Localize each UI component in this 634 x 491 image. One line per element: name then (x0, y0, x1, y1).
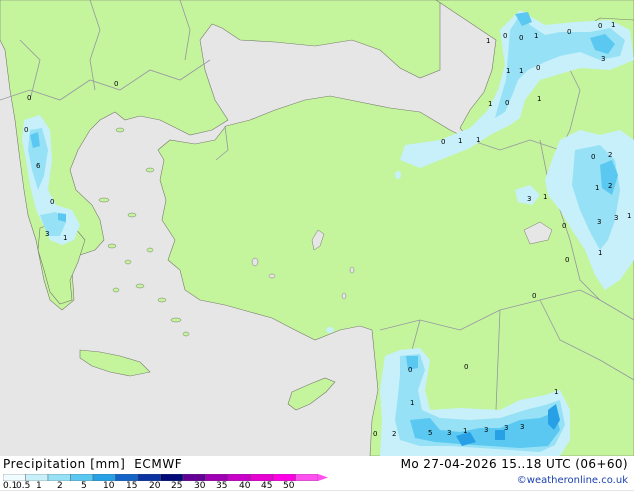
map-value: 1 (410, 399, 414, 407)
map-value: 2 (392, 430, 396, 438)
map-value: 2 (608, 182, 612, 190)
chart-title: Precipitation [mm] ECMWF (3, 457, 182, 471)
map-value: 1 (63, 234, 67, 242)
model-name: ECMWF (134, 457, 183, 471)
scale-swatch (160, 474, 184, 481)
map-value: 0 (464, 363, 468, 371)
scale-swatch (295, 474, 319, 481)
map-value: 3 (527, 195, 531, 203)
map-value: 0 (505, 99, 509, 107)
credit-link[interactable]: ©weatheronline.co.uk (517, 475, 628, 486)
scale-swatch (3, 474, 26, 481)
map-value: 2 (608, 151, 612, 159)
scale-arrow (318, 474, 328, 481)
map-value: 0 (114, 80, 118, 88)
scale-swatch (250, 474, 274, 481)
map-value: 1 (476, 136, 480, 144)
map-value: 0 (565, 256, 569, 264)
map-value: 3 (520, 423, 524, 431)
scale-swatch (182, 474, 206, 481)
map-value: 3 (504, 424, 508, 432)
map-value: 0 (373, 430, 377, 438)
scale-swatch (137, 474, 161, 481)
map-value: 3 (484, 426, 488, 434)
map-value: 1 (598, 249, 602, 257)
map-value: 5 (428, 429, 432, 437)
title-text: Precipitation [mm] (3, 457, 126, 471)
color-scale (3, 474, 328, 481)
map-value: 1 (543, 193, 547, 201)
map-value: 0 (24, 126, 28, 134)
precipitation-map: 0 0 1 0 0 0 1 1 0 3 1 0 1 0 1 1 1 0 1 2 … (0, 0, 634, 456)
map-value: 0 (519, 34, 523, 42)
map-value: 0 (27, 94, 31, 102)
map-value: 0 (536, 64, 540, 72)
scale-swatch (70, 474, 94, 481)
scale-swatch (205, 474, 229, 481)
map-value: 3 (45, 230, 49, 238)
map-value: 6 (36, 162, 41, 170)
scale-swatch (25, 474, 49, 481)
map-value: 3 (597, 218, 601, 226)
scale-swatch (47, 474, 71, 481)
map-value: 1 (554, 388, 558, 396)
scale-swatch (92, 474, 116, 481)
map-value: 1 (458, 137, 462, 145)
map-value: 0 (562, 222, 566, 230)
map-value: 0 (441, 138, 445, 146)
map-value: 0 (591, 153, 595, 161)
map-value: 0 (532, 292, 536, 300)
valid-time: Mo 27-04-2026 15..18 UTC (06+60) (400, 457, 628, 471)
map-value: 1 (611, 21, 615, 29)
scale-swatch (115, 474, 139, 481)
map-value: 3 (614, 214, 618, 222)
legend-footer: Precipitation [mm] ECMWF Mo 27-04-2026 1… (0, 456, 634, 491)
map-value: 0 (567, 28, 571, 36)
map-value: 0 (50, 198, 54, 206)
scale-swatch (227, 474, 251, 481)
map-value: 1 (506, 67, 510, 75)
map-value: 1 (537, 95, 541, 103)
scale-swatch (272, 474, 296, 481)
map-value: 1 (534, 32, 538, 40)
map-value: 1 (595, 184, 599, 192)
map-value: 0 (503, 32, 507, 40)
map-value: 0 (598, 22, 602, 30)
map-value: 3 (601, 55, 605, 63)
patch-small (326, 327, 334, 333)
map-value: 1 (463, 427, 467, 435)
map-value: 0 (408, 366, 412, 374)
map-value: 3 (447, 429, 451, 437)
map-value: 1 (486, 37, 490, 45)
map-value: 1 (627, 212, 631, 220)
map-value: 1 (488, 100, 492, 108)
map-value: 1 (519, 67, 523, 75)
